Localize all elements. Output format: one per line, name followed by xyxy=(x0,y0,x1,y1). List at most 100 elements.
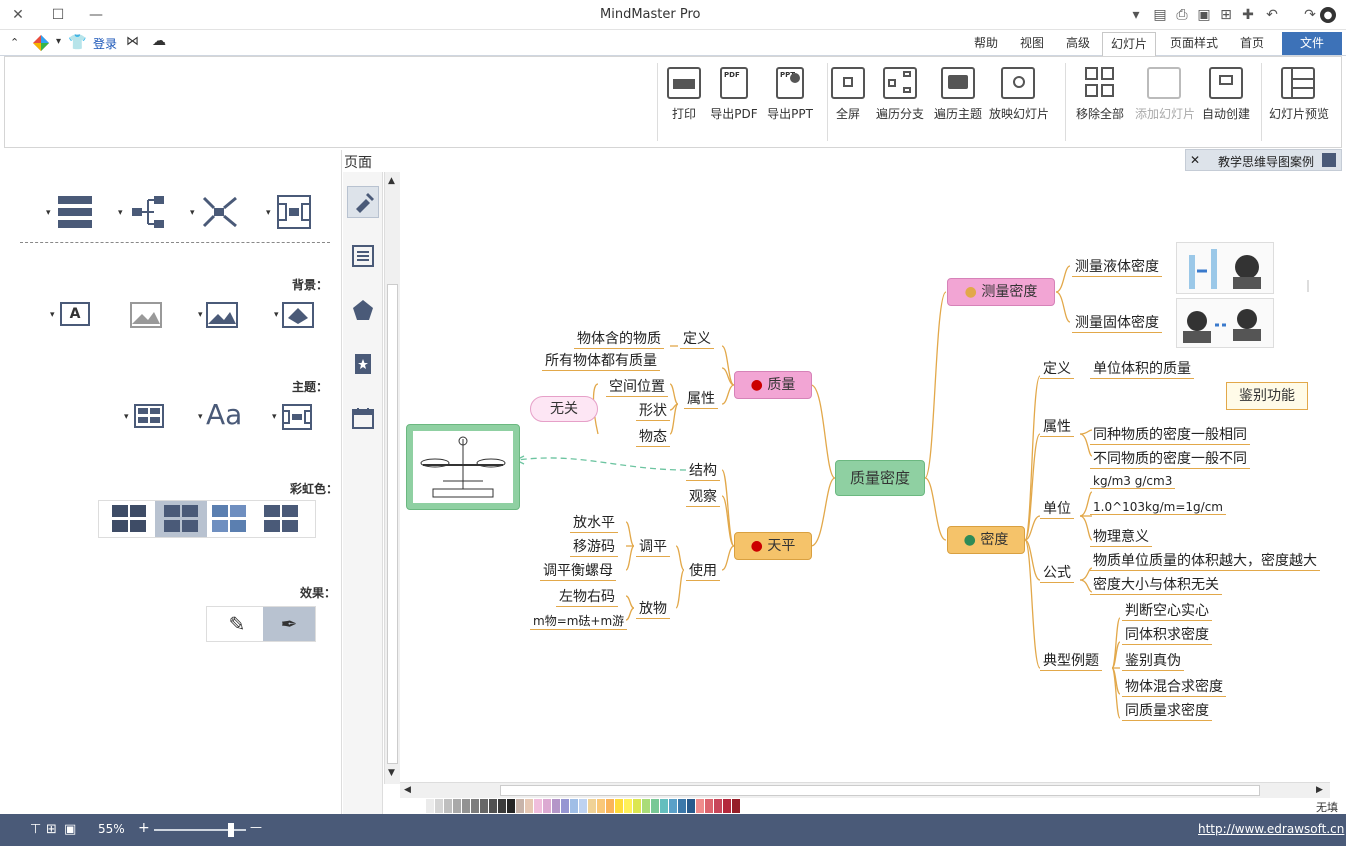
close-window-button[interactable]: ✕ xyxy=(8,5,28,25)
new-icon[interactable]: ✚ xyxy=(1238,5,1258,25)
tab-advanced[interactable]: 高级 xyxy=(1058,32,1098,56)
cloud-icon[interactable]: ☁ xyxy=(152,33,166,49)
palette-color-swatch[interactable] xyxy=(525,799,533,813)
login-link[interactable]: 登录 xyxy=(93,35,117,52)
zoom-slider-thumb[interactable] xyxy=(228,823,234,837)
mindmap-center-node[interactable]: 质量密度 xyxy=(835,460,925,496)
mindmap-leaf[interactable]: 同质量求密度 xyxy=(1122,700,1212,721)
mindmap-node[interactable]: 属性 xyxy=(1040,416,1074,437)
chevron-down-icon[interactable]: ▾ xyxy=(266,208,271,218)
traverse-branch-button[interactable]: 遍历分支 xyxy=(871,67,929,137)
mindmap-node[interactable]: 观察 xyxy=(686,486,720,507)
print-button[interactable]: 打印 xyxy=(655,67,713,137)
redo-icon[interactable]: ↷ xyxy=(1300,5,1320,25)
slide-preview-button[interactable]: 幻灯片预览 xyxy=(1269,67,1329,137)
mindmap-leaf[interactable]: 物体混合求密度 xyxy=(1122,676,1226,697)
palette-color-swatch[interactable] xyxy=(543,799,551,813)
palette-color-swatch[interactable] xyxy=(498,799,506,813)
theme-font-icon[interactable]: Aa xyxy=(206,398,242,431)
palette-color-swatch[interactable] xyxy=(705,799,713,813)
palette-color-swatch[interactable] xyxy=(687,799,695,813)
palette-color-swatch[interactable] xyxy=(462,799,470,813)
sidebar-style-button[interactable] xyxy=(347,186,379,218)
mindmap-node-density[interactable]: ● 密度 xyxy=(947,526,1025,554)
chevron-down-icon[interactable]: ▾ xyxy=(124,412,129,422)
mindmap-leaf[interactable]: 左物右码 xyxy=(556,586,618,607)
layout-radial-icon[interactable] xyxy=(200,194,240,230)
save-icon[interactable]: ▣ xyxy=(1194,5,1214,25)
layout-tree-icon[interactable] xyxy=(128,194,168,230)
palette-color-swatch[interactable] xyxy=(516,799,524,813)
vertical-scrollbar[interactable]: ▲ ▼ xyxy=(384,172,400,784)
tab-home[interactable]: 首页 xyxy=(1232,32,1272,56)
zoom-out-button[interactable]: — xyxy=(250,820,262,834)
mindmap-leaf[interactable]: 空间位置 xyxy=(606,376,668,397)
chevron-down-icon[interactable]: ▾ xyxy=(272,412,277,422)
mindmap-node[interactable]: 调平 xyxy=(636,536,670,557)
mindmap-leaf[interactable]: 放水平 xyxy=(570,512,618,533)
share-icon[interactable]: ⋈ xyxy=(126,34,139,49)
chevron-down-icon[interactable]: ▾ xyxy=(198,412,203,422)
palette-color-swatch[interactable] xyxy=(426,799,434,813)
background-photo-icon[interactable] xyxy=(206,302,238,328)
undo-icon[interactable]: ↶ xyxy=(1262,5,1282,25)
palette-color-swatch[interactable] xyxy=(696,799,704,813)
mindmap-node[interactable]: 定义 xyxy=(680,328,714,349)
effect-hand-drawn-icon[interactable]: ✎ xyxy=(211,607,263,641)
mindmap-node[interactable]: 定义 xyxy=(1040,358,1074,379)
play-slideshow-button[interactable]: 放映幻灯片 xyxy=(989,67,1049,137)
mindmap-leaf[interactable]: 鉴别真伪 xyxy=(1122,650,1184,671)
palette-color-swatch[interactable] xyxy=(669,799,677,813)
mindmap-node[interactable]: 典型例题 xyxy=(1040,650,1102,671)
palette-color-swatch[interactable] xyxy=(480,799,488,813)
palette-color-swatch[interactable] xyxy=(579,799,587,813)
chevron-down-icon[interactable]: ▾ xyxy=(50,310,55,320)
mindmap-leaf[interactable]: 移游码 xyxy=(570,536,618,557)
callout-unrelated[interactable]: 无关 xyxy=(530,396,598,422)
palette-color-swatch[interactable] xyxy=(624,799,632,813)
palette-color-swatch[interactable] xyxy=(642,799,650,813)
chevron-down-icon[interactable]: ▾ xyxy=(46,208,51,218)
balance-image-node[interactable] xyxy=(406,424,520,510)
palette-color-swatch[interactable] xyxy=(633,799,641,813)
export-ppt-button[interactable]: PPT 导出PPT xyxy=(761,67,819,137)
chevron-down-icon[interactable]: ▾ xyxy=(198,310,203,320)
horizontal-scrollbar[interactable]: ◀ ▶ xyxy=(400,782,1330,798)
palette-color-swatch[interactable] xyxy=(678,799,686,813)
minimize-window-button[interactable]: — xyxy=(86,5,106,25)
mindmap-leaf[interactable]: 形状 xyxy=(636,400,670,421)
tab-page-style[interactable]: 页面样式 xyxy=(1162,32,1226,56)
scroll-down-icon[interactable]: ▼ xyxy=(388,768,395,778)
traverse-topic-button[interactable]: 遍历主题 xyxy=(929,67,987,137)
mindmap-leaf[interactable]: 判断空心实心 xyxy=(1122,600,1212,621)
tab-help[interactable]: 帮助 xyxy=(966,32,1006,56)
mindmap-leaf[interactable]: 不同物质的密度一般不同 xyxy=(1090,448,1250,469)
vertical-scroll-thumb[interactable] xyxy=(387,284,398,764)
chevron-down-icon[interactable]: ▾ xyxy=(190,208,195,218)
export-pdf-button[interactable]: PDF 导出PDF xyxy=(705,67,763,137)
chevron-up-icon[interactable]: ⌃ xyxy=(10,36,19,49)
document-tab-close[interactable]: ✕ xyxy=(1190,153,1200,167)
palette-color-swatch[interactable] xyxy=(714,799,722,813)
mark-star-icon[interactable] xyxy=(351,352,375,376)
palette-color-swatch[interactable] xyxy=(507,799,515,813)
rainbow-option-4[interactable] xyxy=(103,501,155,537)
background-text-icon[interactable]: A xyxy=(60,302,90,326)
maximize-window-button[interactable]: ☐ xyxy=(48,5,68,25)
tab-slides[interactable]: 幻灯片 xyxy=(1102,32,1157,56)
print-icon[interactable]: ⎙ xyxy=(1172,5,1192,25)
open-icon[interactable]: ⊞ xyxy=(1216,5,1236,25)
mindmap-node[interactable]: 使用 xyxy=(686,560,720,581)
rainbow-option-1[interactable] xyxy=(255,501,307,537)
effect-pen-selected-icon[interactable]: ✒ xyxy=(263,607,315,641)
mindmap-leaf[interactable]: 1.0^103kg/m=1g/cm xyxy=(1090,500,1226,515)
palette-color-swatch[interactable] xyxy=(435,799,443,813)
mindmap-leaf[interactable]: 密度大小与体积无关 xyxy=(1090,574,1222,595)
palette-color-swatch[interactable] xyxy=(615,799,623,813)
mindmap-node[interactable]: 放物 xyxy=(636,598,670,619)
remove-all-button[interactable]: 移除全部 xyxy=(1071,67,1129,137)
mindmap-leaf[interactable]: 同种物质的密度一般相同 xyxy=(1090,424,1250,445)
document-tab[interactable]: ✕ 教学思维导图案例 xyxy=(1185,149,1342,171)
palette-color-swatch[interactable] xyxy=(606,799,614,813)
palette-color-swatch[interactable] xyxy=(471,799,479,813)
